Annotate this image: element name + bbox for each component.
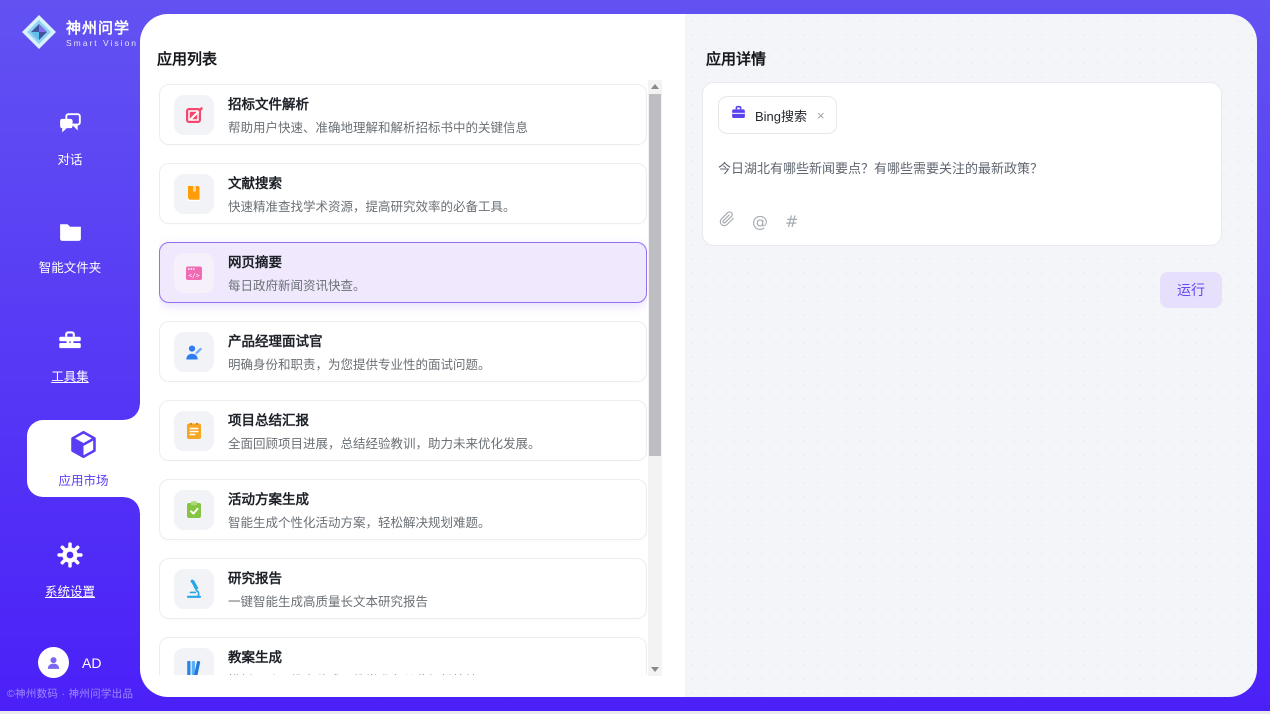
books-icon	[174, 648, 214, 676]
app-list-title: 应用列表	[157, 48, 217, 69]
app-card-title: 产品经理面试官	[228, 330, 491, 350]
app-card-desc: 帮助用户快速、准确地理解和解析招标书中的关键信息	[228, 117, 528, 136]
run-button[interactable]: 运行	[1160, 272, 1222, 308]
tool-chip-bing-search[interactable]: Bing搜索 ×	[718, 96, 837, 134]
clipboard-check-icon	[174, 490, 214, 530]
app-card-desc: 模板驱动，教案秒成，教学准备从此轻松快捷	[228, 670, 478, 675]
sidebar-item-4[interactable]: 系统设置	[0, 541, 140, 600]
app-card-title: 活动方案生成	[228, 488, 491, 508]
sidebar-item-label: 工具集	[51, 366, 89, 385]
app-card-title: 项目总结汇报	[228, 409, 541, 429]
sidebar-item-1[interactable]: 智能文件夹	[0, 218, 140, 276]
app-card-7[interactable]: 教案生成模板驱动，教案秒成，教学准备从此轻松快捷	[159, 637, 647, 675]
app-card-desc: 快速精准查找学术资源，提高研究效率的必备工具。	[228, 196, 516, 215]
cube-icon	[68, 429, 99, 463]
app-card-1[interactable]: 文献搜索快速精准查找学术资源，提高研究效率的必备工具。	[159, 163, 647, 224]
app-card-desc: 一键智能生成高质量长文本研究报告	[228, 591, 428, 610]
person-icon	[44, 653, 63, 672]
sidebar-item-label: 系统设置	[45, 581, 95, 600]
scrollbar-thumb[interactable]	[649, 94, 661, 456]
at-icon[interactable]: @	[752, 212, 768, 231]
app-card-0[interactable]: 招标文件解析帮助用户快速、准确地理解和解析招标书中的关键信息	[159, 84, 647, 145]
folder-icon	[57, 218, 84, 248]
app-card-title: 研究报告	[228, 567, 428, 587]
app-card-title: 招标文件解析	[228, 93, 528, 113]
app-detail-panel: 应用详情 Bing搜索 × 今日湖北有哪些新闻要点？有哪些需要关注的最新政策？ …	[685, 14, 1257, 697]
app-card-title: 网页摘要	[228, 251, 366, 271]
app-list-panel: 应用列表 招标文件解析帮助用户快速、准确地理解和解析招标书中的关键信息文献搜索快…	[140, 14, 685, 697]
app-card-3[interactable]: 产品经理面试官明确身份和职责，为您提供专业性的面试问题。	[159, 321, 647, 382]
app-card-title: 文献搜索	[228, 172, 516, 192]
hash-icon[interactable]: #	[785, 212, 798, 231]
report-note-icon	[174, 411, 214, 451]
user-row[interactable]: AD	[38, 647, 101, 678]
brand-diamond-icon	[20, 13, 58, 56]
app-card-desc: 每日政府新闻资讯快查。	[228, 275, 366, 294]
app-card-5[interactable]: 活动方案生成智能生成个性化活动方案，轻松解决规划难题。	[159, 479, 647, 540]
app-card-list: 招标文件解析帮助用户快速、准确地理解和解析招标书中的关键信息文献搜索快速精准查找…	[159, 84, 647, 675]
sidebar-item-label: 应用市场	[58, 470, 108, 489]
app-card-4[interactable]: 项目总结汇报全面回顾项目进展，总结经验教训，助力未来优化发展。	[159, 400, 647, 461]
scroll-down-icon[interactable]	[651, 667, 659, 672]
sidebar-item-3[interactable]: 应用市场	[27, 420, 140, 497]
interviewer-icon	[174, 332, 214, 372]
sidebar-footer-text: ©神州数码 · 神州问学出品	[7, 686, 140, 701]
composer-toolbar: @ #	[719, 211, 798, 232]
gear-icon	[56, 541, 84, 572]
app-card-desc: 全面回顾项目进展，总结经验教训，助力未来优化发展。	[228, 433, 541, 452]
chip-close-icon[interactable]: ×	[817, 108, 825, 123]
toolbox-icon	[56, 326, 84, 357]
sidebar: 神州问学 Smart Vision 对话智能文件夹工具集应用市场系统设置 AD …	[0, 0, 140, 711]
book-icon	[174, 174, 214, 214]
scroll-up-icon[interactable]	[651, 84, 659, 89]
chat-icon	[57, 110, 84, 140]
query-text[interactable]: 今日湖北有哪些新闻要点？有哪些需要关注的最新政策？	[718, 158, 1206, 177]
sidebar-item-label: 对话	[57, 149, 82, 168]
brand-name: 神州问学	[66, 20, 138, 37]
app-card-desc: 明确身份和职责，为您提供专业性的面试问题。	[228, 354, 491, 373]
user-initials: AD	[82, 655, 101, 671]
briefcase-icon	[730, 104, 747, 126]
paperclip-icon[interactable]	[719, 211, 735, 232]
app-card-2[interactable]: </> 网页摘要每日政府新闻资讯快查。	[159, 242, 647, 303]
prompt-card: Bing搜索 × 今日湖北有哪些新闻要点？有哪些需要关注的最新政策？ @ #	[702, 82, 1222, 246]
app-card-title: 教案生成	[228, 646, 478, 666]
svg-text:</>: </>	[188, 272, 199, 279]
sidebar-item-0[interactable]: 对话	[0, 110, 140, 168]
app-card-6[interactable]: 研究报告一键智能生成高质量长文本研究报告	[159, 558, 647, 619]
browser-icon: </>	[174, 253, 214, 293]
edit-doc-icon	[174, 95, 214, 135]
microscope-icon	[174, 569, 214, 609]
sidebar-item-label: 智能文件夹	[39, 257, 102, 276]
avatar[interactable]	[38, 647, 69, 678]
brand-subtitle: Smart Vision	[66, 39, 138, 49]
scrollbar[interactable]	[648, 80, 662, 676]
tool-chip-label: Bing搜索	[755, 106, 807, 125]
sidebar-item-2[interactable]: 工具集	[0, 326, 140, 385]
app-card-desc: 智能生成个性化活动方案，轻松解决规划难题。	[228, 512, 491, 531]
brand-logo: 神州问学 Smart Vision	[20, 13, 138, 56]
app-detail-title: 应用详情	[706, 48, 766, 69]
